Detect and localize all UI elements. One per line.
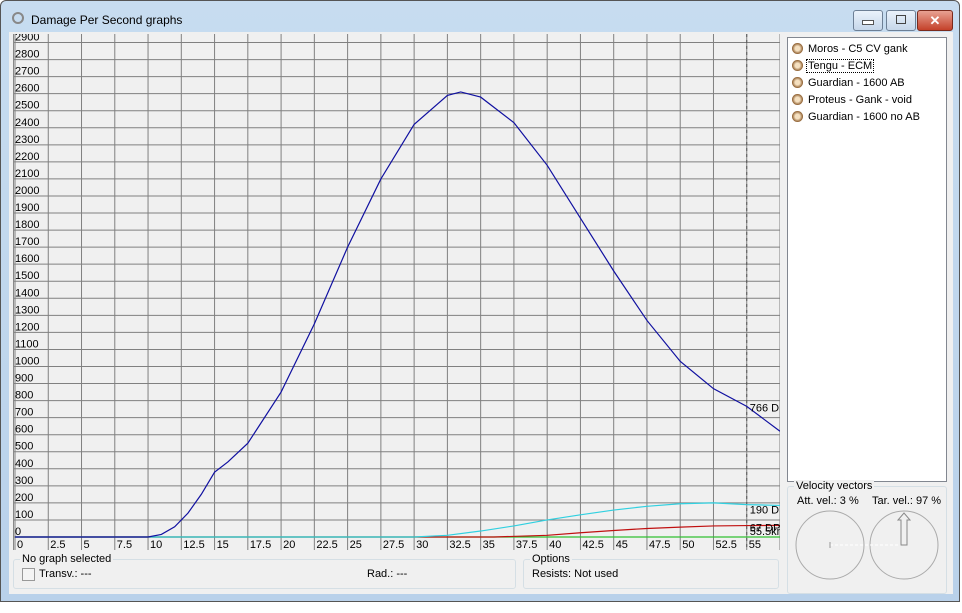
x-tick-label: 35 [483,539,495,550]
close-button[interactable]: ✕ [917,10,953,31]
y-tick-label: 600 [15,424,33,436]
x-tick-label: 55 [749,539,761,550]
y-tick-label: 500 [15,441,33,453]
y-tick-label: 2300 [15,134,39,146]
series-line-blue [15,91,781,538]
app-icon [12,12,24,24]
x-tick-label: 20 [283,539,295,550]
x-tick-label: 32.5 [449,539,470,550]
graph-list-item[interactable]: Guardian - 1600 AB [788,75,946,92]
y-tick-label: 1000 [15,355,39,367]
cursor-value-label: 766 DPS [750,402,780,414]
ship-icon [792,77,803,88]
x-tick-label: 7.5 [117,539,132,550]
y-tick-label: 800 [15,390,33,402]
y-tick-label: 2400 [15,117,39,129]
graph-label: Proteus - Gank - void [808,94,912,106]
graph-list[interactable]: Moros - C5 CV gank Tengu - ECM Guardian - … [787,37,947,482]
x-tick-label: 37.5 [516,539,537,550]
y-tick-label: 0 [15,526,21,538]
y-tick-label: 2900 [15,34,39,44]
resists-status: Resists: Not used [532,568,619,580]
maximize-button[interactable] [886,10,916,31]
graph-list-item[interactable]: Tengu - ECM [788,58,946,75]
x-tick-label: 17.5 [250,539,271,550]
cursor-value-label: 190 DPS [750,505,780,517]
x-tick-label: 45 [616,539,628,550]
ship-icon [792,111,803,122]
graph-list-item[interactable]: Proteus - Gank - void [788,92,946,109]
y-tick-label: 900 [15,373,33,385]
x-tick-label: 0 [17,539,23,550]
ship-icon [792,60,803,71]
y-tick-label: 1700 [15,236,39,248]
x-tick-label: 52.5 [715,539,736,550]
y-tick-label: 1100 [15,338,39,350]
x-tick-label: 40 [549,539,561,550]
options-title: Options [530,553,572,565]
y-tick-label: 2700 [15,66,39,78]
transv-value: Transv.: --- [39,568,92,580]
y-tick-label: 1300 [15,304,39,316]
x-tick-label: 25 [350,539,362,550]
y-tick-label: 2100 [15,168,39,180]
dps-graph-window: Damage Per Second graphs ✕ 0 100 200 300 400… [0,0,960,602]
graph-list-item[interactable]: Moros - C5 CV gank [788,41,946,58]
velocity-dials[interactable] [794,509,940,581]
x-tick-label: 10 [150,539,162,550]
series-line-red [15,524,781,538]
client-area: 0 100 200 300 400 500 600 700 800 900 1000 1100 1200… [9,32,953,594]
y-tick-label: 2000 [15,185,39,197]
cursor-value-label: 55.5km [750,526,780,538]
minimize-button[interactable] [853,10,883,31]
x-tick-label: 47.5 [649,539,670,550]
x-tick-label: 27.5 [383,539,404,550]
velocity-title: Velocity vectors [794,480,875,492]
graph-list-item[interactable]: Guardian - 1600 no AB [788,109,946,126]
y-tick-label: 400 [15,458,33,470]
graph-label: Guardian - 1600 AB [808,77,905,89]
y-tick-label: 1600 [15,253,39,265]
graph-label: Moros - C5 CV gank [808,43,908,55]
y-tick-label: 2600 [15,83,39,95]
ship-icon [792,94,803,105]
transv-checkbox[interactable] [22,568,35,581]
y-tick-label: 1800 [15,219,39,231]
y-tick-label: 200 [15,492,33,504]
dps-chart[interactable]: 0 100 200 300 400 500 600 700 800 900 1000 1100 1200… [13,32,794,551]
attacker-velocity: Att. vel.: 3 % [797,495,859,507]
x-tick-label: 22.5 [316,539,337,550]
velocity-vectors-group: Velocity vectors Att. vel.: 3 % Tar. vel… [787,480,947,594]
x-tick-label: 12.5 [183,539,204,550]
rad-value: Rad.: --- [367,568,408,580]
selection-group: No graph selected Transv.: --- Rad.: --- [13,553,516,589]
y-tick-label: 2500 [15,100,39,112]
y-tick-label: 700 [15,407,33,419]
y-tick-label: 1200 [15,321,39,333]
target-velocity: Tar. vel.: 97 % [872,495,942,507]
ship-icon [792,43,803,54]
options-group: Options Resists: Not used [523,553,779,589]
y-tick-label: 2200 [15,151,39,163]
chart-svg: 0100200300400500600700800900100011001200… [14,32,794,551]
x-tick-label: 15 [217,539,229,550]
x-tick-label: 2.5 [50,539,65,550]
graph-label: Guardian - 1600 no AB [808,111,920,123]
y-tick-label: 2800 [15,49,39,61]
y-tick-label: 1900 [15,202,39,214]
x-tick-label: 5 [84,539,90,550]
y-tick-label: 1500 [15,270,39,282]
y-tick-label: 300 [15,475,33,487]
x-tick-label: 30 [416,539,428,550]
x-tick-label: 42.5 [582,539,603,550]
target-velocity-arrow[interactable] [896,512,912,546]
selection-title: No graph selected [20,553,114,565]
graph-label: Tengu - ECM [805,59,875,73]
y-tick-label: 1400 [15,287,39,299]
window-title: Damage Per Second graphs [31,13,183,27]
y-tick-label: 100 [15,509,33,521]
x-tick-label: 50 [682,539,694,550]
